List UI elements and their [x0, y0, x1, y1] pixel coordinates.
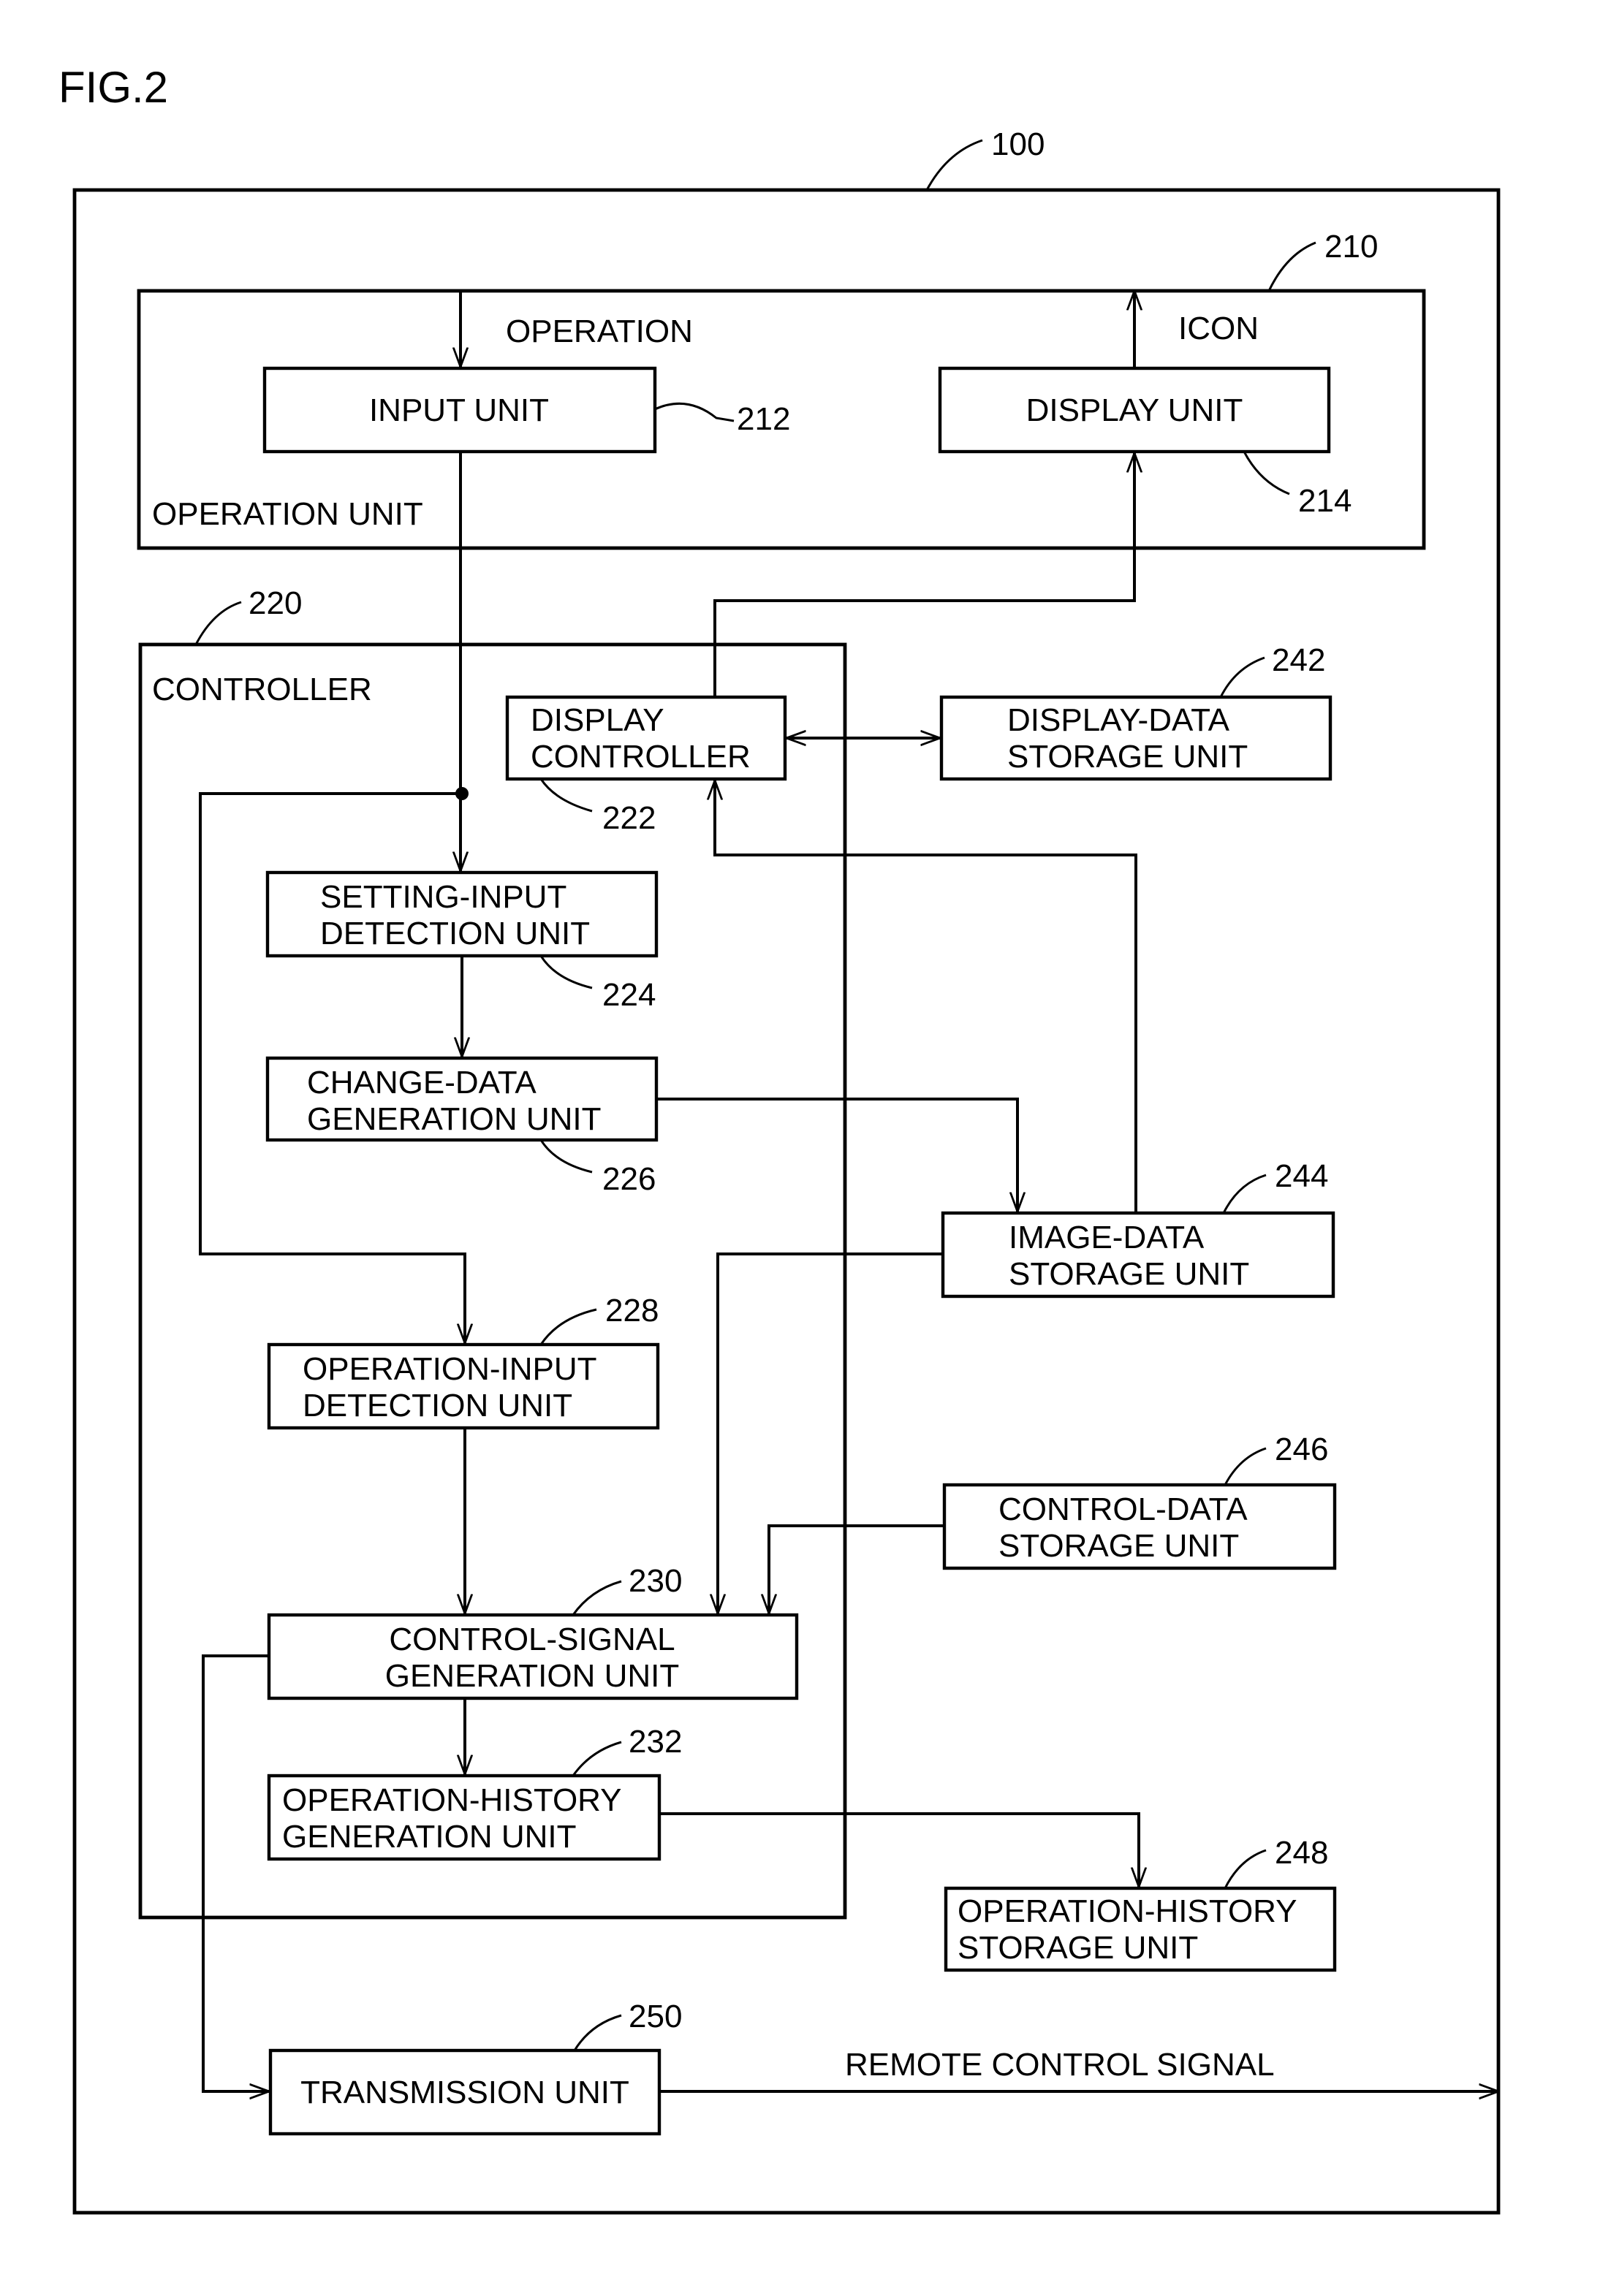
ref-220: 220 — [249, 585, 302, 621]
input-unit-label: INPUT UNIT — [369, 392, 549, 428]
op-history-gen-line-1: OPERATION-HISTORY — [282, 1782, 622, 1818]
ref-226: 226 — [602, 1161, 656, 1197]
ref-226-leader — [539, 1139, 593, 1174]
arrow-control-signal-to-transmission — [202, 1654, 269, 2091]
controller-label: CONTROLLER — [152, 672, 372, 707]
ref-232-leader — [572, 1741, 622, 1776]
ref-228-leader — [539, 1308, 597, 1345]
operation-input-line-2: DETECTION UNIT — [303, 1388, 572, 1423]
display-data-line-2: STORAGE UNIT — [1007, 739, 1248, 775]
ref-230: 230 — [629, 1563, 682, 1599]
control-signal-line-2: GENERATION UNIT — [385, 1658, 680, 1694]
op-history-storage-line-1: OPERATION-HISTORY — [958, 1893, 1297, 1929]
image-data-line-2: STORAGE UNIT — [1009, 1256, 1249, 1292]
ref-100: 100 — [991, 126, 1045, 162]
ref-212-leader — [654, 402, 735, 422]
arrow-change-data-to-image-storage — [656, 1098, 1017, 1212]
arrow-control-data-to-control-signal — [769, 1524, 944, 1613]
control-data-line-2: STORAGE UNIT — [998, 1528, 1239, 1564]
ref-232: 232 — [629, 1724, 682, 1760]
ref-244-leader — [1222, 1174, 1267, 1214]
ref-210: 210 — [1324, 229, 1378, 265]
display-data-line-1: DISPLAY-DATA — [1007, 702, 1230, 738]
remote-control-signal-label: REMOTE CONTROL SIGNAL — [845, 2047, 1275, 2083]
operation-label: OPERATION — [506, 313, 693, 349]
ref-248-leader — [1224, 1849, 1267, 1889]
transmission-unit-label: TRANSMISSION UNIT — [300, 2075, 629, 2110]
ref-214: 214 — [1298, 483, 1352, 519]
ref-242: 242 — [1272, 642, 1325, 678]
block-diagram: FIG.2 100 210 OPERATION UNIT OPERATION I… — [58, 63, 1501, 2215]
ref-222: 222 — [602, 800, 656, 836]
arrow-image-storage-to-control-signal — [718, 1252, 943, 1613]
ref-242-leader — [1219, 656, 1265, 698]
control-data-line-1: CONTROL-DATA — [998, 1491, 1248, 1527]
ref-220-leader — [194, 601, 242, 645]
figure-label: FIG.2 — [58, 63, 168, 112]
change-data-line-1: CHANGE-DATA — [307, 1065, 537, 1101]
ref-224-leader — [539, 955, 593, 989]
ref-250: 250 — [629, 1999, 682, 2034]
operation-input-line-1: OPERATION-INPUT — [303, 1351, 597, 1387]
operation-unit-label: OPERATION UNIT — [152, 496, 423, 532]
ref-100-leader — [925, 139, 983, 191]
arrow-display-controller-to-display-unit — [713, 453, 1134, 697]
ref-214-leader — [1243, 451, 1290, 495]
ref-230-leader — [572, 1580, 622, 1616]
icon-label: ICON — [1178, 311, 1259, 346]
ref-248: 248 — [1275, 1835, 1328, 1871]
ref-210-leader — [1267, 241, 1316, 292]
ref-212: 212 — [737, 401, 790, 437]
display-controller-line-1: DISPLAY — [531, 702, 664, 738]
arrow-op-history-to-storage — [659, 1812, 1139, 1887]
ref-224: 224 — [602, 977, 656, 1013]
display-unit-label: DISPLAY UNIT — [1026, 392, 1243, 428]
ref-246-leader — [1224, 1447, 1267, 1486]
setting-input-line-1: SETTING-INPUT — [320, 879, 566, 915]
arrow-image-storage-to-display-controller — [715, 780, 1137, 1213]
image-data-line-1: IMAGE-DATA — [1009, 1220, 1205, 1255]
ref-222-leader — [539, 778, 593, 813]
setting-input-line-2: DETECTION UNIT — [320, 916, 590, 951]
ref-250-leader — [573, 2014, 622, 2051]
op-history-storage-line-2: STORAGE UNIT — [958, 1930, 1198, 1966]
change-data-line-2: GENERATION UNIT — [307, 1101, 602, 1137]
controller-frame — [138, 642, 847, 1920]
display-controller-line-2: CONTROLLER — [531, 739, 751, 775]
ref-244: 244 — [1275, 1158, 1328, 1194]
control-signal-line-1: CONTROL-SIGNAL — [389, 1622, 675, 1657]
op-history-gen-line-2: GENERATION UNIT — [282, 1819, 577, 1855]
ref-228: 228 — [605, 1293, 659, 1328]
ref-246: 246 — [1275, 1432, 1328, 1467]
